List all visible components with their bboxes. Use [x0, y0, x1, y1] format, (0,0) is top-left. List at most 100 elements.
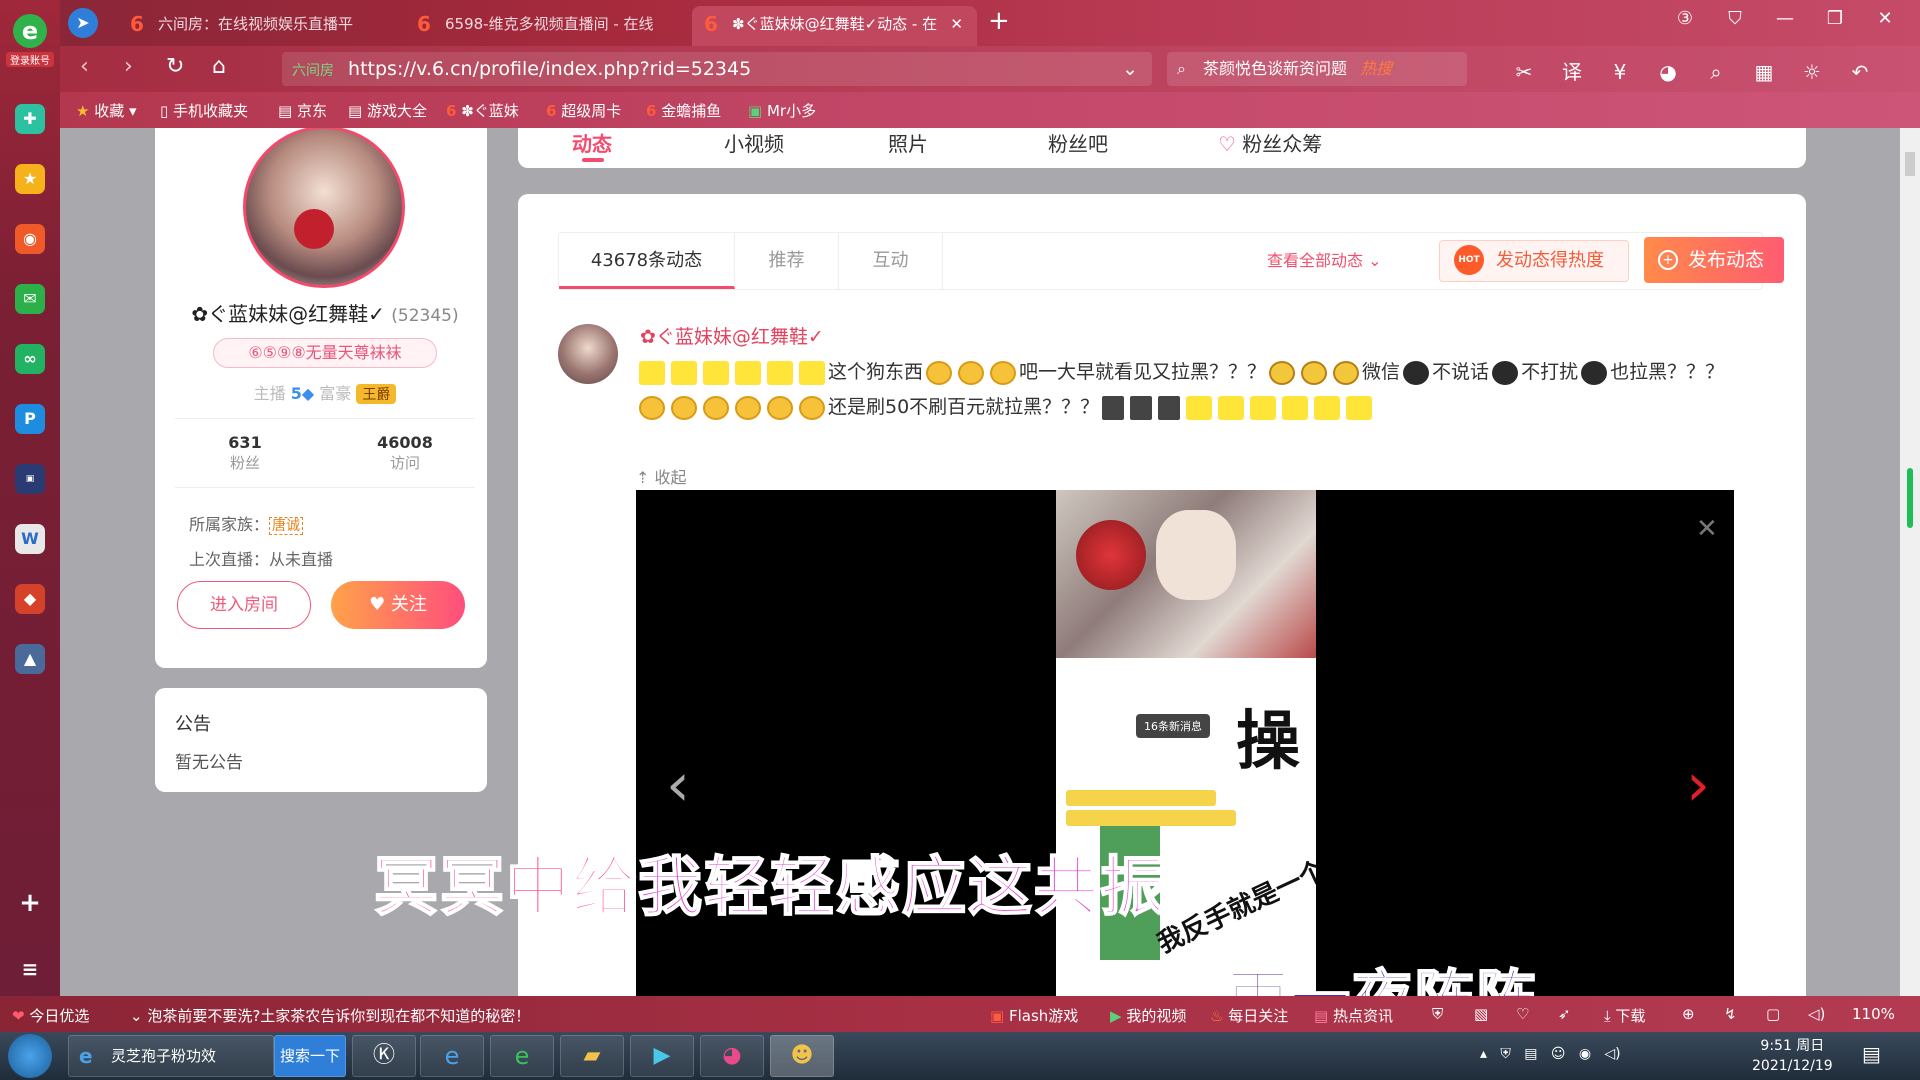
word-app-icon[interactable]: W: [15, 524, 45, 554]
add-icon[interactable]: +: [15, 888, 45, 918]
download-item[interactable]: ⤓ 下载: [1604, 1005, 1645, 1026]
start-button[interactable]: [8, 1034, 52, 1078]
flash-games[interactable]: ▣ Flash游戏: [990, 1005, 1078, 1026]
tab-count-icon[interactable]: ③: [1660, 8, 1710, 29]
bookmark-favorites[interactable]: ★ 收藏 ▾: [76, 100, 137, 121]
tab-moments[interactable]: 动态: [572, 128, 612, 162]
p-app-icon[interactable]: P: [15, 404, 45, 434]
coupon-icon[interactable]: ¥: [1596, 60, 1644, 84]
hot-news[interactable]: ▤ 热点资讯: [1314, 1005, 1393, 1026]
shield-icon[interactable]: ⛨: [1432, 1005, 1443, 1023]
mail-app-icon[interactable]: ✉: [15, 284, 45, 314]
scissors-icon[interactable]: ✂: [1500, 60, 1548, 84]
taskbar-colorful-icon[interactable]: ◕: [700, 1035, 764, 1077]
taskbar-folder-icon[interactable]: ▰: [560, 1035, 624, 1077]
window-icon[interactable]: ▢: [1766, 1005, 1780, 1023]
star-app-icon[interactable]: ★: [15, 164, 45, 194]
follow-button[interactable]: ♥ 关注: [331, 581, 465, 629]
prev-arrow-icon[interactable]: ‹: [666, 750, 690, 820]
tray-network-icon[interactable]: ◉: [1579, 1046, 1591, 1062]
castle-app-icon[interactable]: ▲: [15, 644, 45, 674]
today-picks[interactable]: ❤ 今日优选: [12, 1005, 89, 1026]
gamepad-icon[interactable]: ◕: [1644, 60, 1692, 84]
image-icon[interactable]: ▧: [1474, 1005, 1488, 1023]
post-author-avatar[interactable]: [558, 324, 618, 384]
page-scrollbar[interactable]: [1900, 128, 1920, 996]
back-icon[interactable]: ‹: [80, 54, 89, 79]
enter-room-button[interactable]: 进入房间: [177, 581, 311, 629]
tab-crowdfunding[interactable]: ♡ 粉丝众筹: [1218, 128, 1322, 157]
undo-icon[interactable]: ↶: [1836, 60, 1884, 84]
network-icon[interactable]: ⊕: [1682, 1005, 1695, 1023]
view-all-dropdown[interactable]: 查看全部动态 ⌄: [1267, 233, 1382, 289]
bookmark-fishing[interactable]: 6 金蟾捕鱼: [646, 100, 721, 121]
taskbar-search-button[interactable]: 搜索一下: [274, 1035, 346, 1077]
weibo-app-icon[interactable]: ◉: [15, 224, 45, 254]
compass-icon[interactable]: ➤: [68, 8, 98, 38]
taskbar-avatar-app-icon[interactable]: ☻: [770, 1035, 834, 1077]
subtab-recommend[interactable]: 推荐: [735, 233, 839, 289]
news-ticker[interactable]: ⌄ 泡茶前要不要洗?土家茶农告诉你到现在都不知道的秘密！: [130, 1005, 530, 1026]
tab-short-video[interactable]: 小视频: [724, 128, 784, 157]
game-app-icon[interactable]: ▣: [15, 464, 45, 494]
search-box[interactable]: ⌕ 茶颜悦色谈新资问题 热搜: [1167, 52, 1467, 86]
browser-logo[interactable]: e 登录账号: [6, 14, 54, 72]
tab-6rooms[interactable]: 6 六间房：在线视频娱乐直播平: [118, 6, 398, 46]
tray-ime-icon[interactable]: ▤: [1524, 1046, 1537, 1062]
new-tab-icon[interactable]: +: [988, 6, 1010, 36]
magnifier-icon[interactable]: ⌕: [1692, 60, 1740, 84]
taskbar-k-icon[interactable]: Ⓚ: [352, 1035, 416, 1077]
subtab-all-moments[interactable]: 43678条动态: [559, 233, 735, 289]
collapse-link[interactable]: ⇡ 收起: [636, 464, 687, 488]
daily-focus[interactable]: ♨ 每日关注: [1210, 1005, 1288, 1026]
shirt-icon[interactable]: ⛉: [1710, 8, 1760, 29]
next-arrow-icon[interactable]: ›: [1686, 750, 1710, 820]
bookmark-weekly-card[interactable]: 6 超级周卡: [546, 100, 621, 121]
forward-icon[interactable]: ›: [124, 54, 133, 79]
taskbar-ie-icon[interactable]: e: [420, 1035, 484, 1077]
notification-icon[interactable]: ▤: [1862, 1042, 1881, 1066]
post-author-name[interactable]: ✿ぐ蓝妹妹@红舞鞋✓: [640, 322, 824, 349]
tray-qq-icon[interactable]: ☺: [1551, 1046, 1566, 1062]
chain-app-icon[interactable]: ∞: [15, 344, 45, 374]
sync-icon[interactable]: ↯: [1724, 1005, 1737, 1023]
taskbar-player-icon[interactable]: ▶: [630, 1035, 694, 1077]
tab-profile-active[interactable]: 6 ✽ぐ蓝妹妹@红舞鞋✓动态 - 在 ✕: [692, 6, 977, 46]
tab-room-6598[interactable]: 6 6598-维克多视频直播间 - 在线: [405, 6, 685, 46]
restore-icon[interactable]: ❐: [1810, 8, 1860, 29]
profile-avatar[interactable]: [243, 128, 405, 288]
home-icon[interactable]: ⌂: [212, 54, 226, 79]
reload-icon[interactable]: ↻: [166, 54, 184, 79]
brightness-icon[interactable]: ☼: [1788, 60, 1836, 84]
dropdown-icon[interactable]: ⌄: [1122, 52, 1138, 86]
subtab-interact[interactable]: 互动: [839, 233, 943, 289]
tray-up-icon[interactable]: ▴: [1480, 1046, 1487, 1062]
tray-shield-icon[interactable]: ⛨: [1500, 1046, 1511, 1062]
bookmark-mobile[interactable]: ▯ 手机收藏夹: [160, 100, 248, 121]
viewer-close-icon[interactable]: ✕: [1696, 514, 1718, 544]
publish-button[interactable]: + 发布动态: [1644, 237, 1784, 283]
volume-icon[interactable]: ◁): [1808, 1005, 1825, 1023]
fans-stat[interactable]: 631 粉丝: [175, 433, 315, 473]
bookmark-mr-xiaoduo[interactable]: ▣ Mr小多: [748, 100, 816, 121]
health-icon[interactable]: ♡: [1516, 1005, 1529, 1023]
grid-icon[interactable]: ▦: [1740, 60, 1788, 84]
plus-circle-app-icon[interactable]: ✚: [15, 104, 45, 134]
treasure-app-icon[interactable]: ◆: [15, 584, 45, 614]
tray-volume-icon[interactable]: ◁): [1604, 1046, 1620, 1062]
close-window-icon[interactable]: ✕: [1860, 8, 1910, 29]
zoom-level[interactable]: 110%: [1852, 1005, 1895, 1023]
bookmark-lanmei[interactable]: 6 ✽ぐ蓝妹: [446, 100, 519, 121]
taskbar-clock[interactable]: 9:51 周日 2021/12/19: [1752, 1036, 1833, 1076]
tab-fan-bar[interactable]: 粉丝吧: [1048, 128, 1108, 157]
tab-photos[interactable]: 照片: [888, 128, 928, 157]
menu-icon[interactable]: ≡: [15, 954, 45, 984]
translate-icon[interactable]: 译: [1548, 56, 1596, 85]
login-label[interactable]: 登录账号: [6, 52, 54, 67]
bookmark-games[interactable]: ▤ 游戏大全: [348, 100, 427, 121]
taskbar-search-field[interactable]: e 灵芝孢子粉功效: [68, 1035, 274, 1077]
url-bar[interactable]: 六间房 https://v.6.cn/profile/index.php?rid…: [282, 52, 1152, 86]
family-tag[interactable]: 唐诚: [269, 517, 304, 535]
tab-close-icon[interactable]: ✕: [950, 6, 963, 42]
hot-post-button[interactable]: HOT 发动态得热度: [1439, 240, 1629, 282]
